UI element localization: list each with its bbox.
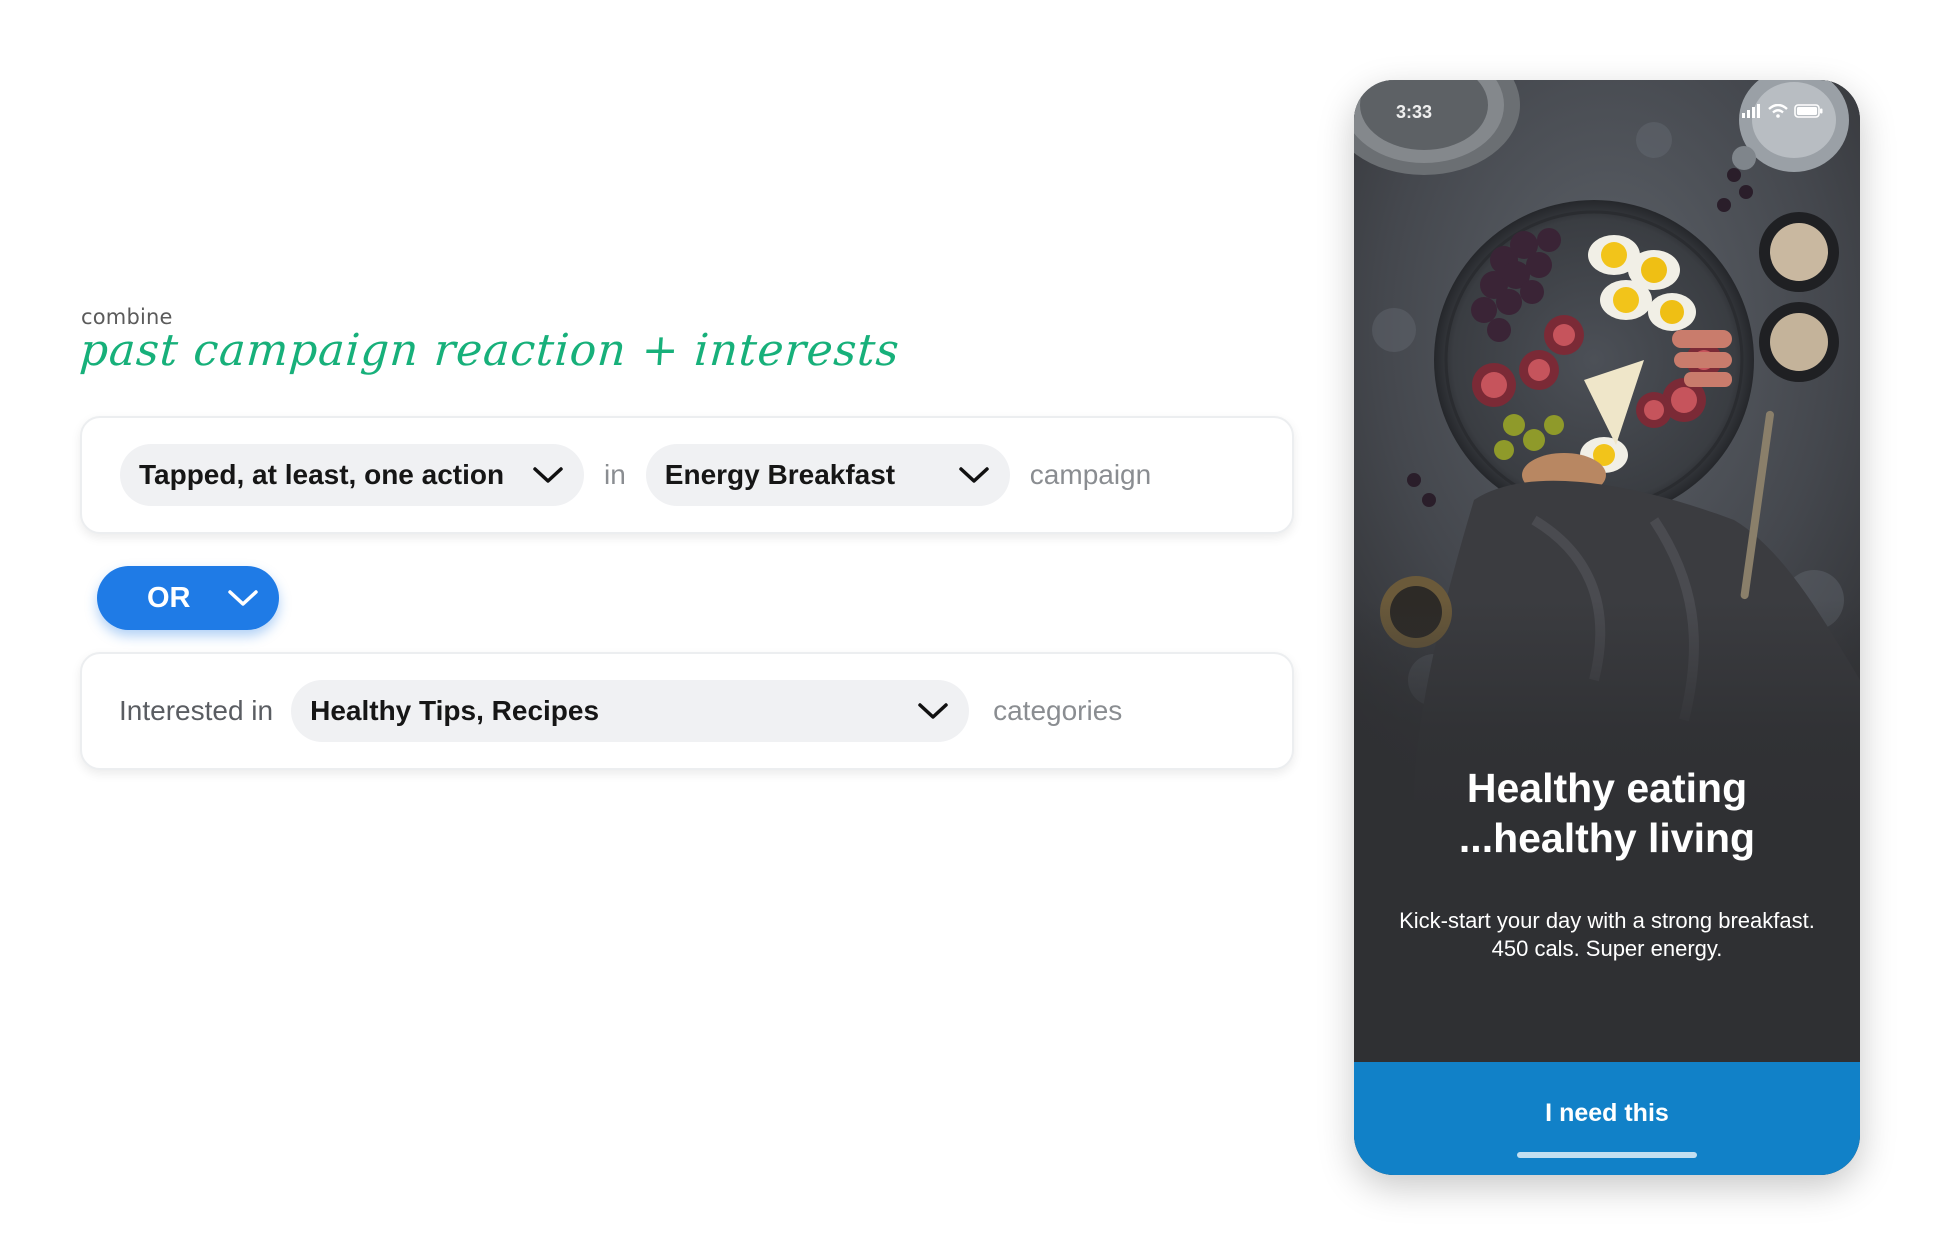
operator-dropdown[interactable]: OR (97, 566, 279, 630)
home-indicator (1517, 1152, 1697, 1158)
message-body-line: 450 cals. Super energy. (1491, 936, 1723, 961)
operator-label: OR (147, 581, 191, 614)
phone-preview: 3:33 Healthy eating ...healthy living Ki… (1354, 80, 1860, 1175)
cta-button[interactable]: I need this (1354, 1062, 1860, 1175)
rule-card-interests: Interested in Healthy Tips, Recipes cate… (80, 652, 1294, 770)
cta-button-label: I need this (1545, 1099, 1669, 1127)
connector-in: in (604, 459, 626, 490)
battery-icon (1794, 104, 1823, 118)
action-dropdown-label: Tapped, at least, one action (139, 459, 505, 490)
message-title: Healthy eating ...healthy living (1354, 763, 1860, 863)
signal-icon (1742, 104, 1760, 118)
categories-dropdown[interactable]: Healthy Tips, Recipes (291, 680, 970, 742)
rule-card-campaign: Tapped, at least, one action in Energy B… (80, 416, 1294, 534)
message-body-line: Kick-start your day with a strong breakf… (1399, 908, 1815, 933)
chevron-down-icon (228, 590, 258, 606)
categories-dropdown-label: Healthy Tips, Recipes (310, 695, 600, 726)
headline: past campaign reaction + interests (78, 325, 902, 376)
interest-prefix: Interested in (119, 695, 274, 726)
campaign-dropdown[interactable]: Energy Breakfast (645, 444, 1010, 506)
chevron-down-icon (918, 703, 948, 719)
chevron-down-icon (533, 467, 563, 483)
status-bar: 3:33 (1354, 100, 1860, 130)
chevron-down-icon (959, 467, 989, 483)
message-title-line: Healthy eating (1466, 765, 1748, 811)
message-body: Kick-start your day with a strong breakf… (1374, 907, 1840, 963)
campaign-suffix: campaign (1029, 459, 1152, 490)
categories-suffix: categories (993, 695, 1123, 726)
campaign-dropdown-label: Energy Breakfast (664, 459, 896, 490)
status-icons (1742, 104, 1824, 118)
action-dropdown[interactable]: Tapped, at least, one action (120, 444, 584, 506)
message-title-line: ...healthy living (1458, 815, 1756, 861)
wifi-icon (1768, 104, 1788, 118)
status-time: 3:33 (1396, 102, 1433, 122)
